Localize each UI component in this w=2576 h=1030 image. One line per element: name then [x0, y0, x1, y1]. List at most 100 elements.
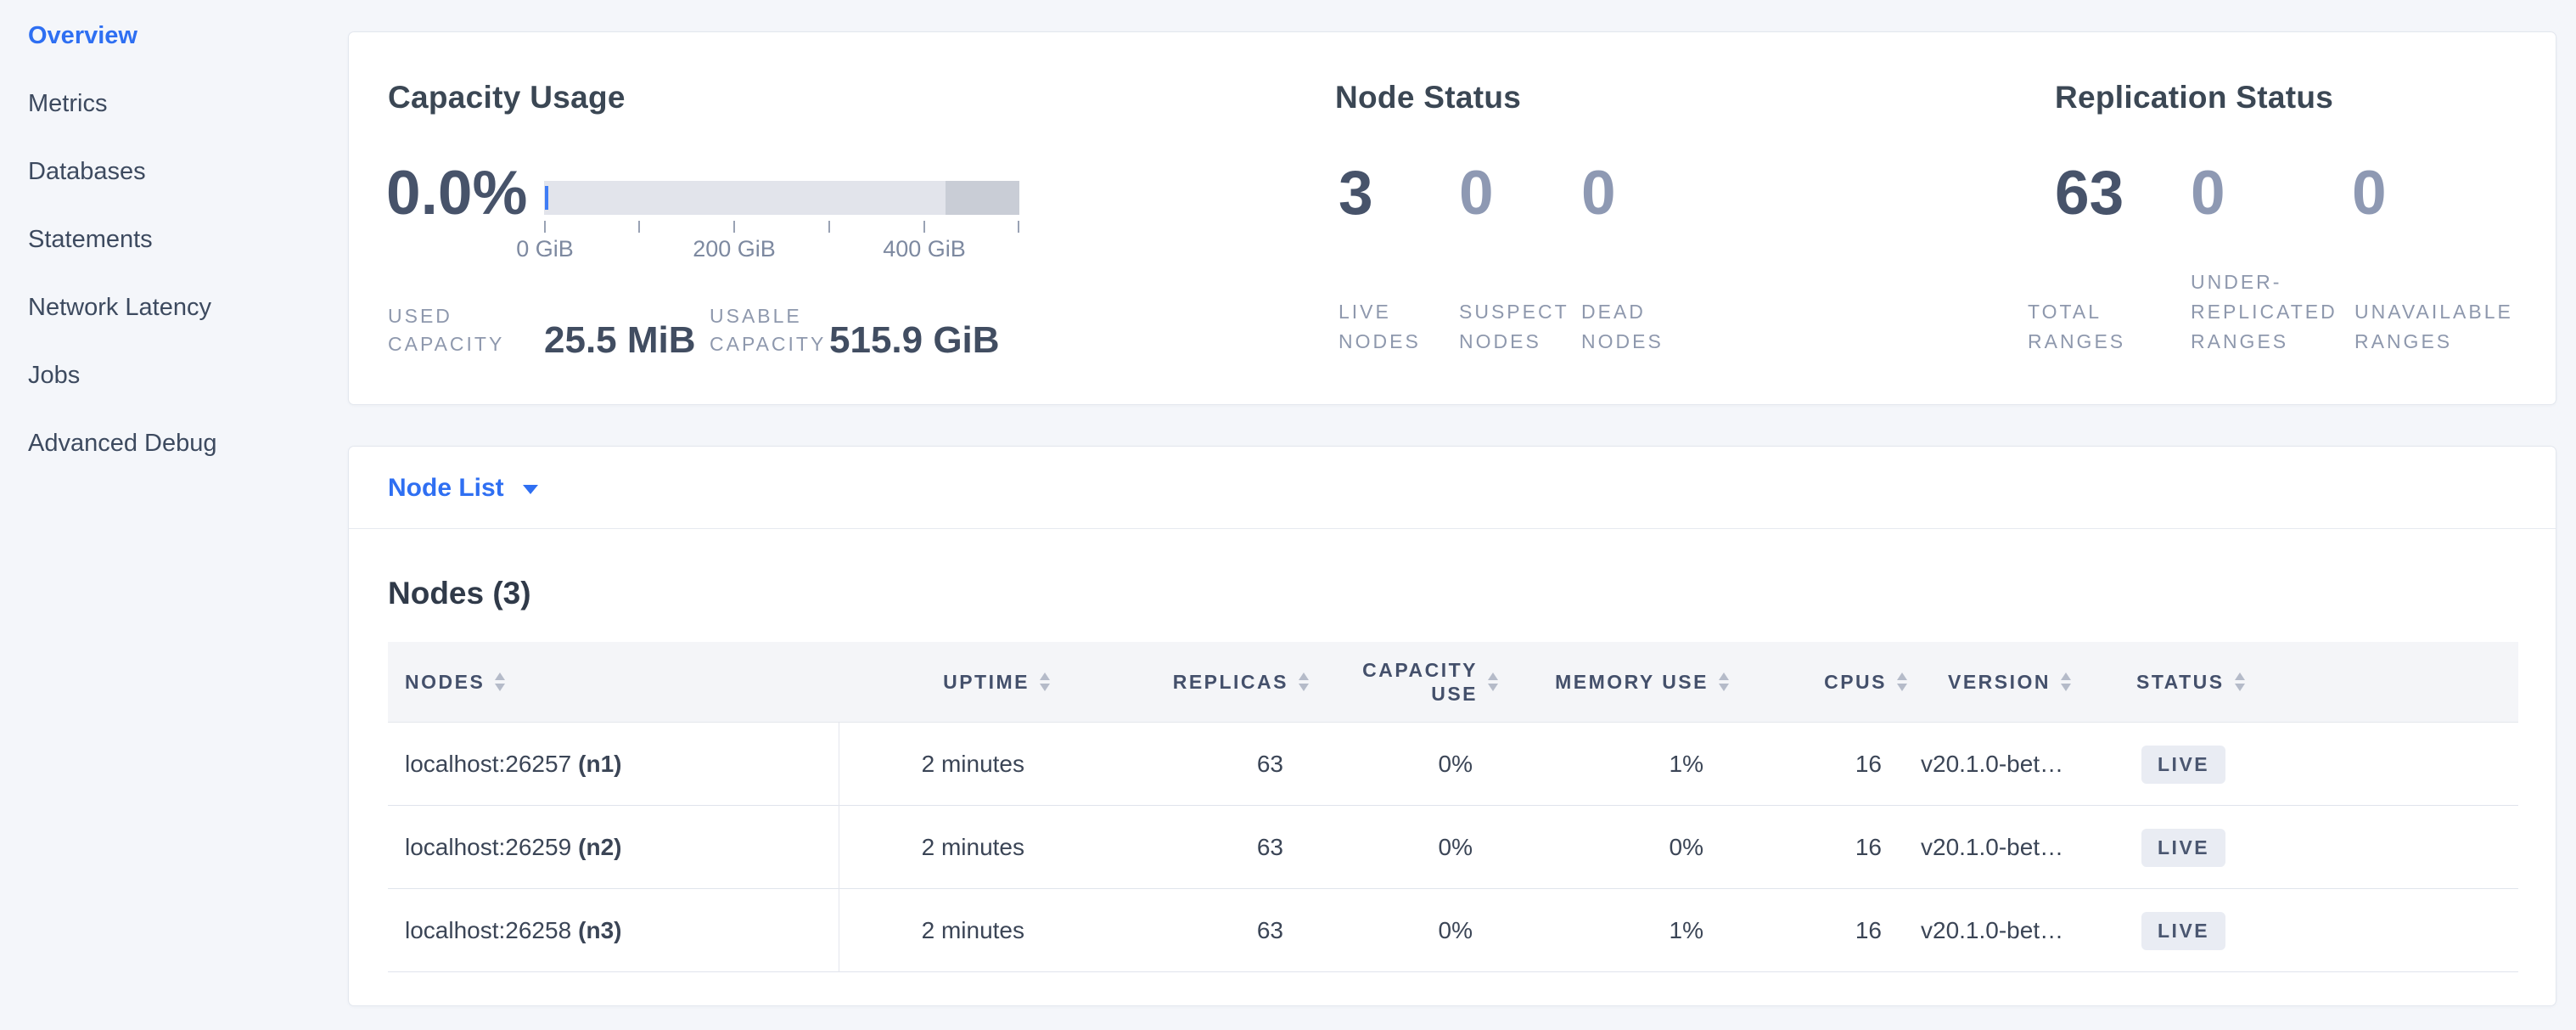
under-replicated-ranges-label: UNDER- REPLICATED RANGES	[2191, 267, 2337, 357]
sidebar-item-overview[interactable]: Overview	[0, 2, 348, 70]
node-id: (n1)	[578, 751, 621, 778]
node-id: (n2)	[578, 834, 621, 861]
node-id: (n3)	[578, 917, 621, 944]
sort-arrows-icon	[1299, 673, 1309, 691]
sidebar-item-jobs[interactable]: Jobs	[0, 341, 348, 409]
column-label: REPLICAS	[1173, 671, 1288, 694]
used-capacity-label: USED CAPACITY	[388, 302, 504, 358]
live-nodes-label: LIVE NODES	[1339, 297, 1421, 357]
node-list-dropdown[interactable]: Node List	[388, 447, 538, 529]
usable-capacity-value: 515.9 GiB	[829, 319, 1000, 362]
column-header-replicas[interactable]: REPLICAS	[1058, 671, 1317, 694]
column-header-memory-use[interactable]: MEMORY USE	[1507, 671, 1737, 694]
chevron-down-icon	[523, 485, 538, 494]
node-list-dropdown-label: Node List	[388, 474, 504, 503]
nodes-table-title: Nodes (3)	[388, 576, 531, 611]
capacity-use-cell: 0%	[1317, 751, 1507, 778]
under-replicated-ranges-count: 0	[2191, 161, 2225, 226]
node-list-card: Node List Nodes (3) NODES UPTIME REPLICA…	[348, 446, 2556, 1006]
column-header-cpus[interactable]: CPUS	[1737, 671, 1916, 694]
node-address-link[interactable]: localhost:26257	[405, 751, 571, 778]
cluster-summary-card: Capacity Usage 0.0% 0 GiB 200 GiB 400 Gi…	[348, 31, 2556, 405]
live-nodes-count: 3	[1339, 161, 1373, 226]
dead-nodes-count: 0	[1581, 161, 1616, 226]
sidebar-item-advanced-debug[interactable]: Advanced Debug	[0, 409, 348, 477]
axis-label-200gib: 200 GiB	[693, 236, 776, 262]
status-cell: LIVE	[2128, 829, 2518, 867]
status-badge: LIVE	[2141, 912, 2225, 950]
capacity-use-cell: 0%	[1317, 834, 1507, 861]
replicas-cell: 63	[1058, 751, 1317, 778]
sidebar: Overview Metrics Databases Statements Ne…	[0, 0, 348, 1030]
status-cell: LIVE	[2128, 746, 2518, 784]
node-address-cell: localhost:26259 (n2)	[388, 806, 839, 889]
status-badge: LIVE	[2141, 746, 2225, 784]
memory-use-cell: 0%	[1507, 834, 1737, 861]
sort-arrows-icon	[2061, 673, 2071, 691]
column-header-status[interactable]: STATUS	[2128, 671, 2518, 694]
sidebar-item-network-latency[interactable]: Network Latency	[0, 273, 348, 341]
axis-tick	[544, 221, 546, 233]
status-cell: LIVE	[2128, 912, 2518, 950]
column-header-nodes[interactable]: NODES	[388, 671, 839, 694]
node-list-dropdown-bar: Node List	[349, 447, 2556, 529]
sort-arrows-icon	[495, 673, 505, 691]
sort-arrows-icon	[2235, 673, 2245, 691]
used-capacity-value: 25.5 MiB	[544, 319, 696, 362]
total-ranges-label: TOTAL RANGES	[2028, 297, 2125, 357]
sidebar-item-databases[interactable]: Databases	[0, 138, 348, 205]
axis-tick	[638, 221, 640, 233]
column-label: CAPACITY USE	[1362, 658, 1478, 706]
axis-label-0gib: 0 GiB	[516, 236, 574, 262]
sort-arrows-icon	[1040, 673, 1050, 691]
nodes-table: NODES UPTIME REPLICAS CAPACITY USE MEMOR…	[388, 642, 2518, 972]
memory-use-cell: 1%	[1507, 917, 1737, 944]
cluster-overview-page: Overview Metrics Databases Statements Ne…	[0, 0, 2576, 1030]
column-header-version[interactable]: VERSION	[1916, 671, 2128, 694]
capacity-axis	[544, 221, 1019, 233]
node-address-link[interactable]: localhost:26258	[405, 917, 571, 944]
column-label: CPUS	[1824, 671, 1887, 694]
node-status-title: Node Status	[1335, 80, 1521, 115]
table-row-node-3: localhost:26258 (n3) 2 minutes 63 0% 1% …	[388, 889, 2518, 972]
axis-tick	[828, 221, 830, 233]
unavailable-ranges-label: UNAVAILABLE RANGES	[2354, 297, 2513, 357]
capacity-bar	[544, 181, 1019, 215]
axis-label-400gib: 400 GiB	[883, 236, 966, 262]
version-cell: v20.1.0-bet…	[1916, 834, 2128, 861]
used-capacity-marker	[545, 186, 548, 210]
table-row-node-2: localhost:26259 (n2) 2 minutes 63 0% 0% …	[388, 806, 2518, 889]
uptime-cell: 2 minutes	[839, 834, 1058, 861]
node-address-cell: localhost:26258 (n3)	[388, 889, 839, 972]
table-row-node-1: localhost:26257 (n1) 2 minutes 63 0% 1% …	[388, 723, 2518, 806]
replicas-cell: 63	[1058, 917, 1317, 944]
column-label: UPTIME	[943, 671, 1030, 694]
sidebar-item-metrics[interactable]: Metrics	[0, 70, 348, 138]
cpus-cell: 16	[1737, 917, 1916, 944]
sort-arrows-icon	[1488, 673, 1498, 691]
usable-capacity-label: USABLE CAPACITY	[710, 302, 826, 358]
sort-arrows-icon	[1719, 673, 1729, 691]
total-ranges-count: 63	[2055, 161, 2124, 226]
axis-tick	[733, 221, 735, 233]
column-label: NODES	[405, 671, 485, 694]
column-header-uptime[interactable]: UPTIME	[839, 671, 1058, 694]
capacity-usage-title: Capacity Usage	[388, 80, 626, 115]
uptime-cell: 2 minutes	[839, 917, 1058, 944]
sidebar-item-statements[interactable]: Statements	[0, 205, 348, 273]
uptime-cell: 2 minutes	[839, 751, 1058, 778]
version-cell: v20.1.0-bet…	[1916, 751, 2128, 778]
axis-tick	[1018, 221, 1019, 233]
replication-status-title: Replication Status	[2055, 80, 2333, 115]
column-header-capacity-use[interactable]: CAPACITY USE	[1317, 658, 1507, 706]
capacity-used-percent: 0.0%	[386, 161, 527, 226]
capacity-bar-other-segment	[946, 181, 1019, 215]
dead-nodes-label: DEAD NODES	[1581, 297, 1664, 357]
suspect-nodes-count: 0	[1459, 161, 1494, 226]
version-cell: v20.1.0-bet…	[1916, 917, 2128, 944]
status-badge: LIVE	[2141, 829, 2225, 867]
replicas-cell: 63	[1058, 834, 1317, 861]
unavailable-ranges-count: 0	[2352, 161, 2387, 226]
column-label: STATUS	[2136, 671, 2225, 694]
node-address-link[interactable]: localhost:26259	[405, 834, 571, 861]
